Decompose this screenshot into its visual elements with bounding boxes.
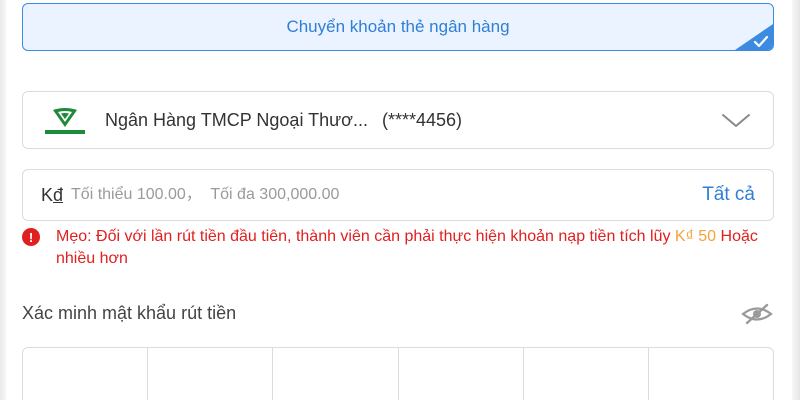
method-tab-label: Chuyển khoản thẻ ngân hàng	[286, 17, 510, 36]
tip-amount-value: 50	[698, 228, 717, 245]
pin-cell-2[interactable]	[148, 348, 274, 400]
left-gutter	[0, 0, 6, 400]
selected-check-icon	[735, 24, 773, 50]
amount-field[interactable]: Kđ Tất cả	[22, 169, 774, 221]
tip-text: Mẹo: Đối với lần rút tiền đầu tiên, thàn…	[56, 226, 762, 270]
withdraw-password-label: Xác minh mật khẩu rút tiền	[22, 303, 237, 323]
bank-account-number: (****4456)	[381, 109, 463, 130]
exclamation-icon: !	[22, 228, 40, 246]
vietcombank-logo-icon	[43, 103, 87, 137]
bank-account-select[interactable]: Ngân Hàng TMCP Ngoại Thươ... (****4456)	[22, 91, 774, 149]
pin-cell-1[interactable]	[23, 348, 149, 400]
currency-prefix: K	[41, 184, 54, 205]
currency-suffix: đ	[53, 184, 64, 205]
pin-cell-4[interactable]	[399, 348, 524, 400]
tip-amount-currency: K₫	[674, 228, 694, 245]
withdraw-tip: ! Mẹo: Đối với lần rút tiền đầu tiên, th…	[22, 226, 762, 270]
pin-cell-6[interactable]	[649, 348, 773, 400]
tip-text-before: Mẹo: Đối với lần rút tiền đầu tiên, thàn…	[56, 228, 675, 245]
amount-input[interactable]	[69, 179, 703, 211]
currency-symbol: Kđ	[41, 185, 63, 206]
pin-cell-5[interactable]	[524, 348, 649, 400]
right-gutter	[792, 0, 800, 400]
withdraw-page: Chuyển khoản thẻ ngân hàng Ngân Hàng TMC…	[0, 0, 800, 400]
bank-name: Ngân Hàng TMCP Ngoại Thươ...	[105, 109, 368, 130]
tip-amount: K₫ 50	[675, 228, 716, 245]
chevron-down-icon[interactable]	[721, 112, 751, 130]
bank-transfer-method-tab[interactable]: Chuyển khoản thẻ ngân hàng	[22, 3, 774, 51]
eye-slash-icon[interactable]	[740, 302, 774, 326]
pin-cell-3[interactable]	[273, 348, 399, 400]
withdraw-password-pin	[22, 347, 774, 400]
all-amount-button[interactable]: Tất cả	[702, 184, 755, 206]
